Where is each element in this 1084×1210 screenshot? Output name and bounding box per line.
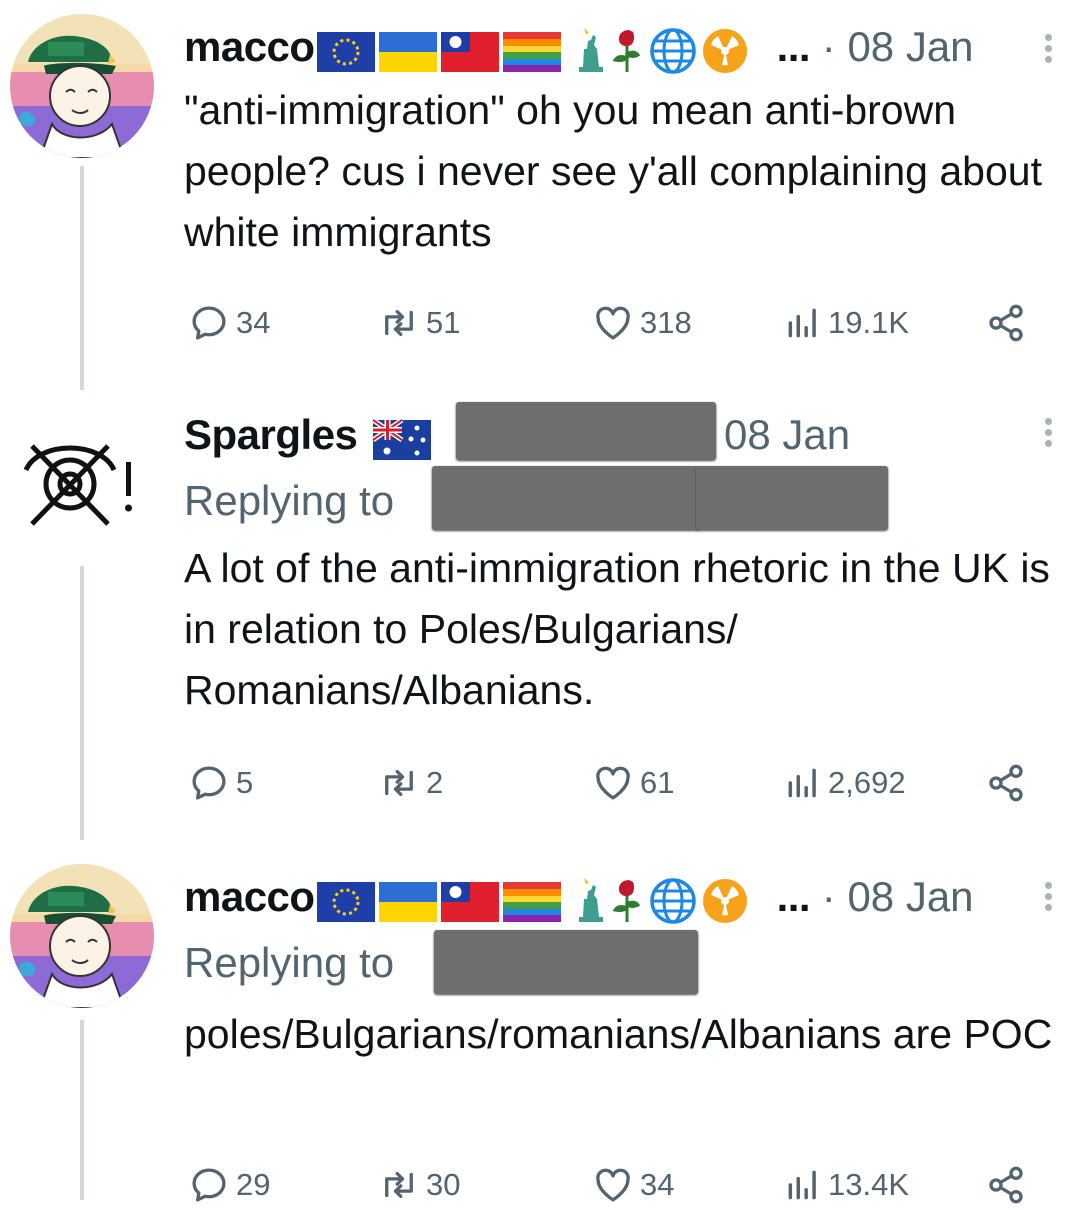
thread-line [80,566,84,840]
tweet-date[interactable]: 08 Jan [847,23,973,70]
views-count: 13.4K [828,1167,910,1202]
tweet-date-wrap: 08 Jan [724,410,850,460]
retweet-count: 30 [426,1167,461,1202]
like-button[interactable]: 318 [592,298,692,348]
like-count: 318 [640,305,692,340]
views-count: 2,692 [828,765,906,800]
reply-count: 29 [236,1167,271,1202]
share-icon [986,763,1026,803]
redacted-handle [456,402,716,460]
reply-count: 5 [236,765,254,800]
like-icon [592,762,634,804]
flag-australia [371,417,432,460]
replying-to-label: Replying to [184,477,395,524]
reply-button[interactable]: 34 [188,298,270,348]
author-name[interactable]: macco [184,873,315,920]
redacted-mention[interactable] [432,466,700,530]
tweet-text: "anti-immigration" oh you mean anti-brow… [184,87,1042,255]
tweet[interactable]: Spargles 08 Jan Replying to A lot of the… [0,390,1084,840]
redacted-mention[interactable] [696,466,888,530]
tweet-actions: 34 51 318 19.1K [188,298,1038,348]
tweet[interactable]: macco... · 08 Jan Replying to poles/Bulg… [0,840,1084,1200]
views-icon [784,304,822,342]
share-button[interactable] [986,298,1032,348]
reply-button[interactable]: 29 [188,1160,270,1210]
like-button[interactable]: 61 [592,758,674,808]
reply-icon [188,762,230,804]
tweet-date[interactable]: 08 Jan [847,873,973,920]
like-icon [592,302,634,344]
tweet-header: macco... · 08 Jan [184,872,1044,928]
separator-dot: · [821,873,836,921]
tweet-actions: 29 30 34 13.4K [188,1160,1038,1210]
profile-emoji-flags [317,22,777,78]
views-button[interactable]: 19.1K [784,298,909,348]
separator-dot: · [821,23,836,71]
retweet-button[interactable]: 2 [378,758,443,808]
views-button[interactable]: 13.4K [784,1160,909,1210]
thread-line [80,1020,84,1200]
profile-emoji-flags [317,872,777,928]
retweet-button[interactable]: 30 [378,1160,460,1210]
views-icon [784,764,822,802]
like-count: 61 [640,765,675,800]
emoji-overflow: ... [776,873,811,921]
share-button[interactable] [986,1160,1032,1210]
share-icon [986,1165,1026,1205]
views-count: 19.1K [828,305,910,340]
reply-icon [188,302,230,344]
tweet-text: poles/Bulgarians/romanians/Albanians are… [184,1011,1053,1057]
views-icon [784,1166,822,1204]
tweet-actions: 5 2 61 2,692 [188,758,1038,808]
like-button[interactable]: 34 [592,1160,674,1210]
avatar[interactable] [10,406,154,550]
emoji-overflow: ... [776,23,811,71]
share-button[interactable] [986,758,1032,808]
retweet-count: 2 [426,765,444,800]
retweet-icon [378,762,420,804]
retweet-count: 51 [426,305,461,340]
tweet-date[interactable]: 08 Jan [724,411,850,458]
tweet-header: macco... · 08 Jan [184,22,1044,78]
more-icon[interactable] [1042,414,1054,454]
retweet-button[interactable]: 51 [378,298,460,348]
avatar[interactable] [10,14,154,158]
avatar[interactable] [10,864,154,1008]
share-icon [986,303,1026,343]
tweet-text: A lot of the anti-immigration rhetoric i… [184,545,1050,713]
replying-to-label: Replying to [184,939,395,986]
redacted-mention[interactable] [434,930,698,994]
reply-count: 34 [236,305,271,340]
more-icon[interactable] [1042,878,1054,918]
retweet-icon [378,302,420,344]
reply-button[interactable]: 5 [188,758,253,808]
more-icon[interactable] [1042,30,1054,70]
thread-line [80,166,84,390]
views-button[interactable]: 2,692 [784,758,906,808]
like-count: 34 [640,1167,675,1202]
author-name[interactable]: Spargles [184,411,358,458]
tweet[interactable]: macco... · 08 Jan "anti-immigration" oh … [0,0,1084,390]
author-name[interactable]: macco [184,23,315,70]
